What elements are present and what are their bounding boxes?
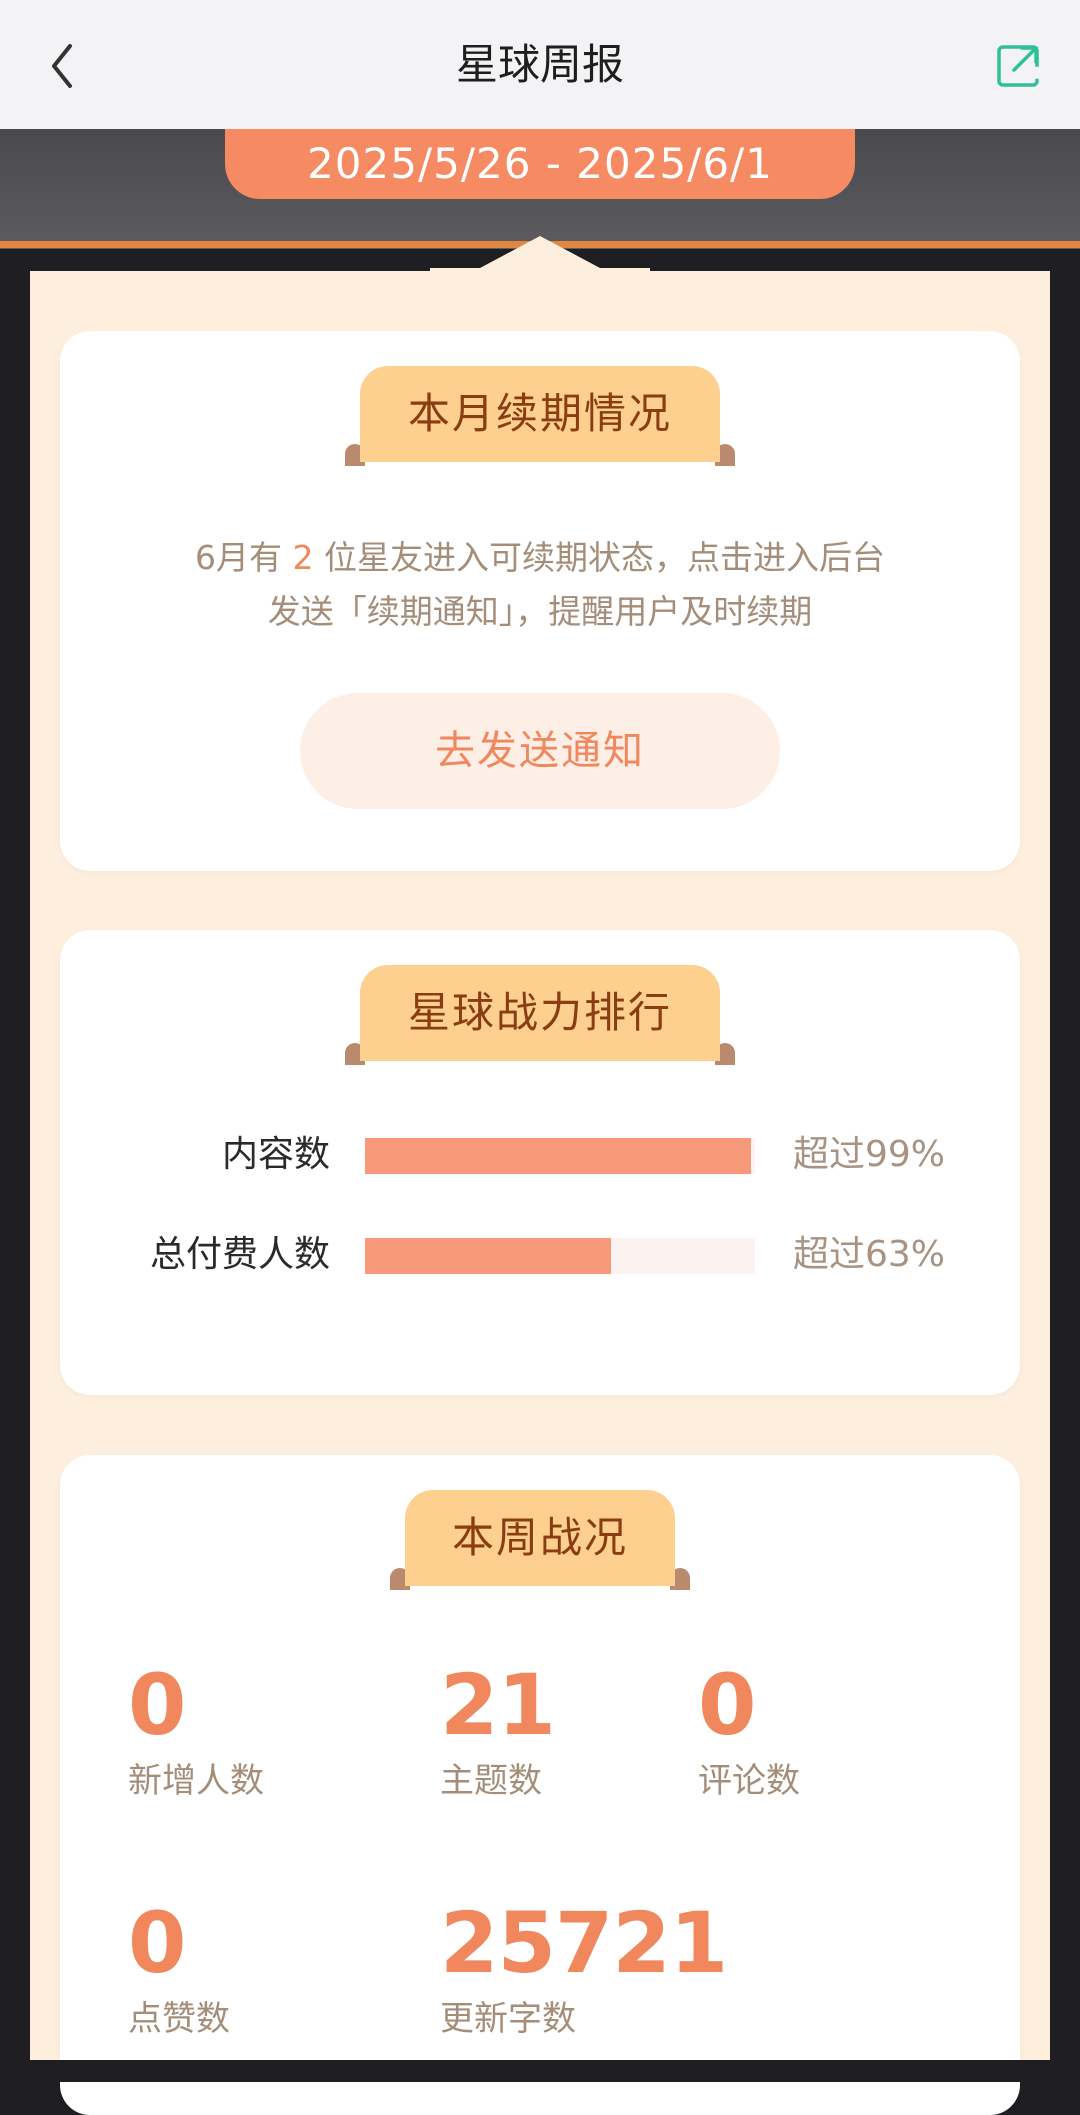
stat-value: 25721 [440, 1894, 728, 1992]
stat-label: 新增人数 [128, 1761, 264, 1801]
rank-bar-track [365, 1238, 755, 1274]
stat-label: 主题数 [440, 1761, 542, 1801]
stat-new-members: 0 新增人数 [128, 1660, 264, 1804]
weekly-stats-card: 本周战况 0 新增人数 21 主题数 0 评论数 0 点赞数 25721 更新字… [60, 1455, 1020, 2115]
renewal-text-post: 位星友进入可续期状态，点击进入后台 [313, 538, 885, 577]
renewal-card: 本月续期情况 6月有 2 位星友进入可续期状态，点击进入后台 发送「续期通知」，… [60, 331, 1020, 871]
renewal-tab-title: 本月续期情况 [360, 366, 720, 462]
stat-likes: 0 点赞数 [128, 1898, 230, 2042]
renewal-text-line2: 发送「续期通知」，提醒用户及时续期 [267, 592, 813, 631]
renewal-text-pre: 6月有 [195, 538, 293, 577]
rank-bar-track [365, 1138, 755, 1174]
ranking-tab-title: 星球战力排行 [360, 965, 720, 1061]
rank-label: 内容数 [221, 1134, 330, 1175]
rank-row-content: 内容数 超过99% [60, 1130, 1020, 1180]
stat-label: 更新字数 [440, 1999, 576, 2039]
stat-label: 点赞数 [128, 1999, 230, 2039]
stat-words-updated: 25721 更新字数 [440, 1894, 728, 2042]
stat-comments: 0 评论数 [698, 1660, 800, 1804]
renewal-message: 6月有 2 位星友进入可续期状态，点击进入后台 发送「续期通知」，提醒用户及时续… [60, 531, 1020, 639]
stat-topics: 21 主题数 [440, 1656, 556, 1804]
frame-notch [430, 236, 650, 276]
card-tab: 星球战力排行 [60, 965, 1020, 1065]
weekly-tab-title: 本周战况 [405, 1490, 675, 1586]
stat-value: 21 [440, 1656, 556, 1754]
report-frame: 本月续期情况 6月有 2 位星友进入可续期状态，点击进入后台 发送「续期通知」，… [30, 236, 1050, 2115]
card-tab: 本周战况 [60, 1490, 1020, 1590]
rank-bar-fill [365, 1238, 611, 1274]
rank-percent: 超过63% [793, 1234, 946, 1275]
rank-percent: 超过99% [793, 1134, 946, 1175]
rank-label: 总付费人数 [149, 1234, 330, 1275]
card-tab: 本月续期情况 [60, 366, 1020, 466]
stat-value: 0 [128, 1656, 186, 1754]
rank-row-paid-users: 总付费人数 超过63% [60, 1230, 1020, 1280]
ranking-card: 星球战力排行 内容数 超过99% 总付费人数 超过63% [60, 930, 1020, 1395]
stat-value: 0 [698, 1656, 756, 1754]
page-title: 星球周报 [455, 40, 624, 89]
stat-value: 0 [128, 1894, 186, 1992]
renewal-count: 2 [292, 538, 314, 577]
external-share-icon[interactable] [996, 44, 1040, 88]
stat-label: 评论数 [698, 1761, 800, 1801]
bottom-edge [0, 2060, 1080, 2082]
rank-bar-fill [365, 1138, 752, 1174]
nav-bar: 星球周报 [0, 0, 1080, 129]
date-range-pill: 2025/5/26 - 2025/6/1 [225, 129, 855, 199]
send-notification-button[interactable]: 去发送通知 [300, 693, 780, 809]
